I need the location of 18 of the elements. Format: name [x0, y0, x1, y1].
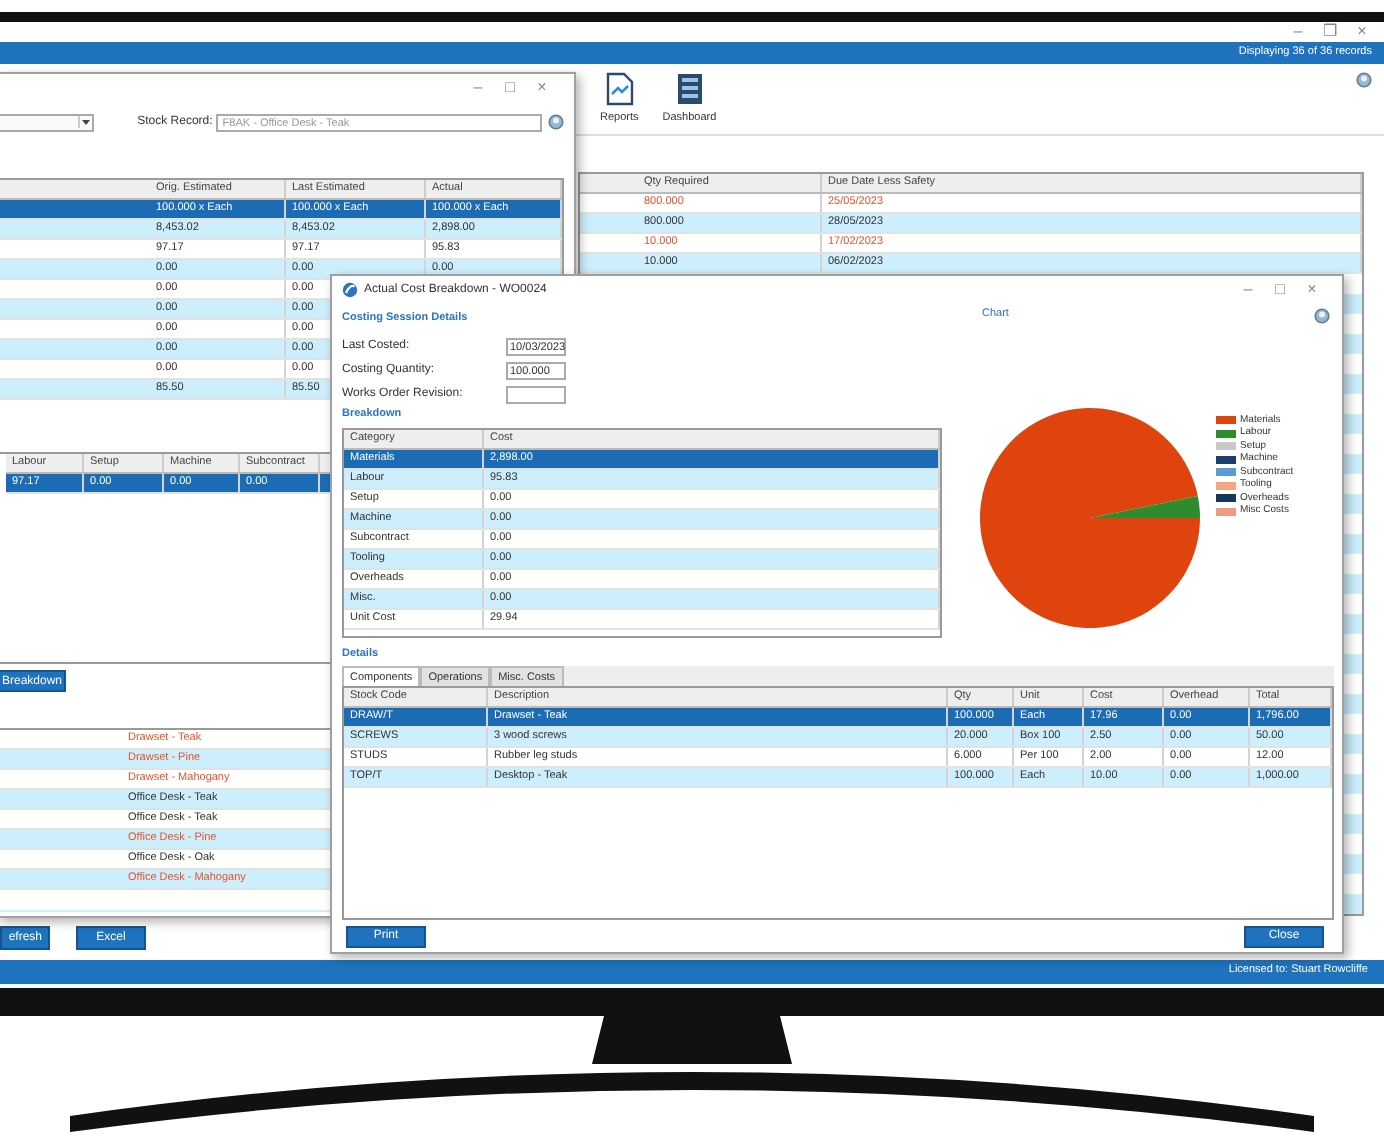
minimize-button[interactable]: –: [1238, 279, 1258, 299]
minimize-button[interactable]: –: [468, 77, 488, 97]
maximize-button[interactable]: ❐: [1320, 22, 1340, 42]
maximize-button[interactable]: □: [500, 77, 520, 97]
help-icon[interactable]: [1314, 308, 1330, 324]
dropdown[interactable]: [0, 113, 94, 131]
minimize-button[interactable]: –: [1288, 22, 1308, 42]
maximize-button[interactable]: □: [1270, 279, 1290, 299]
caret-icon: [77, 116, 92, 128]
app-icon: [342, 281, 358, 297]
help-icon[interactable]: [1356, 72, 1372, 88]
help-icon[interactable]: [548, 114, 564, 130]
close-button[interactable]: ×: [1352, 22, 1372, 42]
dashboard-icon: [675, 72, 704, 106]
input-field[interactable]: [506, 385, 566, 403]
close-button[interactable]: ×: [532, 77, 552, 97]
close-button[interactable]: ×: [1302, 279, 1322, 299]
document-icon: [605, 72, 634, 106]
